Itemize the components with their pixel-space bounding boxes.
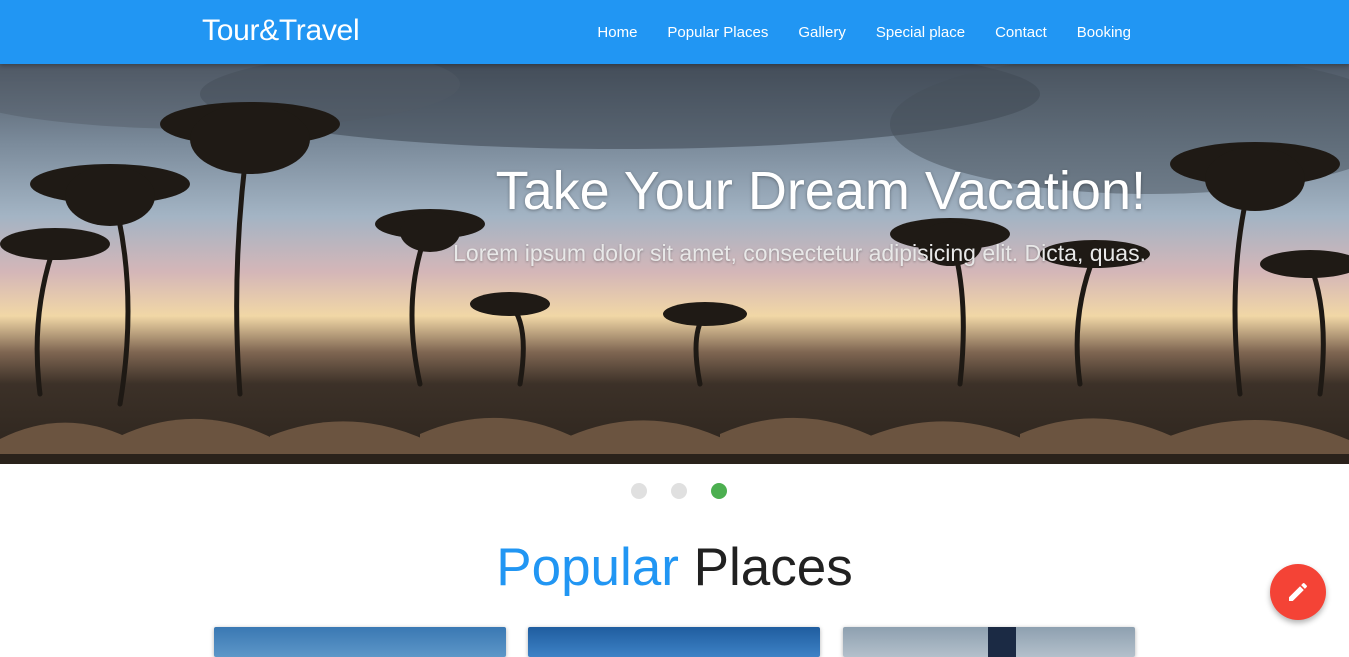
place-card-2[interactable] <box>528 627 820 657</box>
carousel-dot-1[interactable] <box>631 483 647 499</box>
nav-contact[interactable]: Contact <box>980 0 1062 64</box>
section-title-rest: Places <box>693 538 853 597</box>
place-card-1[interactable] <box>214 627 506 657</box>
hero-subtitle: Lorem ipsum dolor sit amet, consectetur … <box>453 240 1146 266</box>
carousel-dot-3[interactable] <box>711 483 727 499</box>
nav-popular-places[interactable]: Popular Places <box>652 0 783 64</box>
hero-title: Take Your Dream Vacation! <box>495 161 1146 221</box>
nav-menu: Home Popular Places Gallery Special plac… <box>582 0 1146 64</box>
carousel-dot-2[interactable] <box>671 483 687 499</box>
nav-booking[interactable]: Booking <box>1062 0 1146 64</box>
nav-gallery[interactable]: Gallery <box>783 0 861 64</box>
section-title-accent: Popular <box>496 538 679 597</box>
brand-logo[interactable]: Tour&Travel <box>202 14 360 48</box>
place-card-image <box>988 627 1016 657</box>
section-title-popular-places: Popular Places <box>0 537 1349 598</box>
nav-special-place[interactable]: Special place <box>861 0 980 64</box>
edit-fab-button[interactable] <box>1270 564 1326 620</box>
hero-slider: Take Your Dream Vacation! Lorem ipsum do… <box>0 64 1349 464</box>
carousel-indicators <box>619 482 739 500</box>
pencil-icon <box>1289 582 1308 601</box>
place-card-3[interactable] <box>843 627 1135 657</box>
nav-home[interactable]: Home <box>582 0 652 64</box>
top-navbar: Tour&Travel Home Popular Places Gallery … <box>0 0 1349 64</box>
